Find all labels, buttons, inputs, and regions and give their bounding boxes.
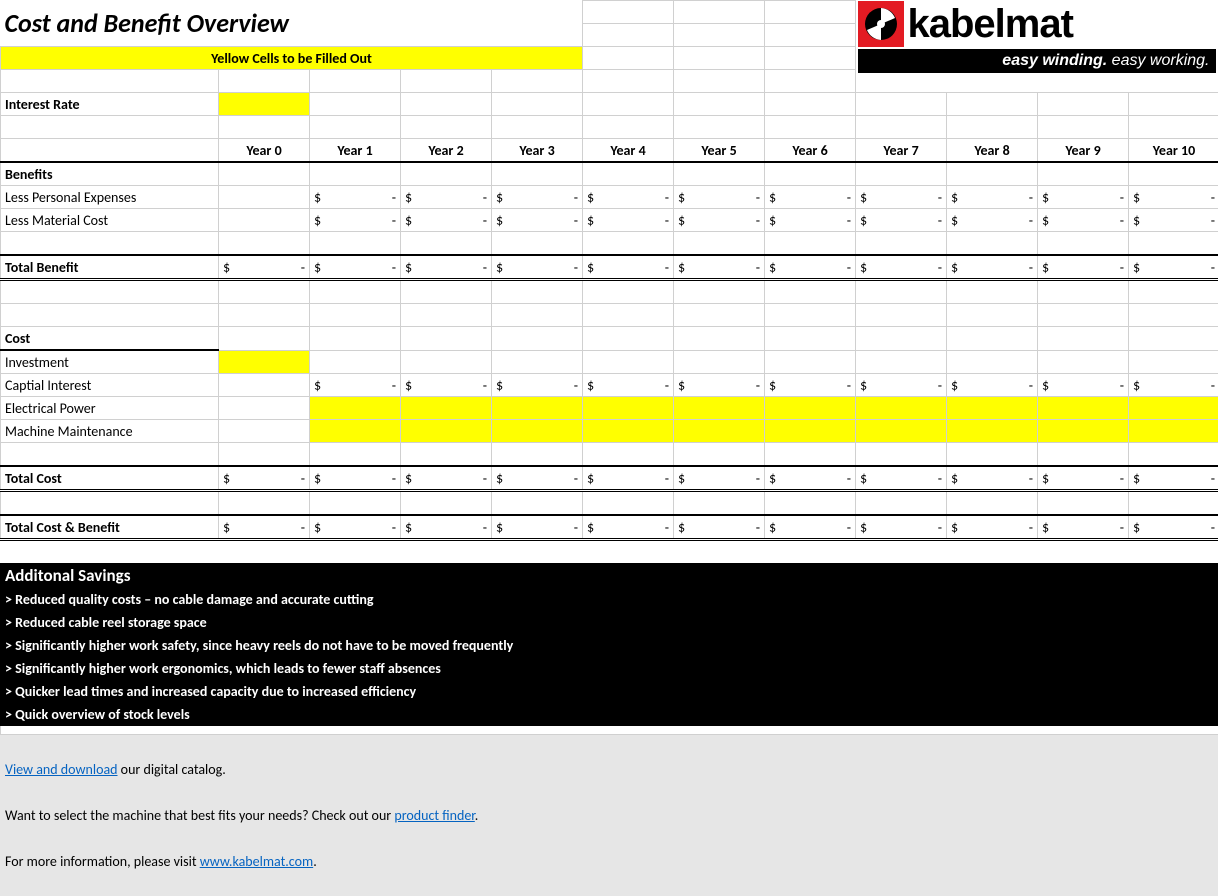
investment-input[interactable] bbox=[219, 350, 310, 374]
footer-line-finder: Want to select the machine that best fit… bbox=[1, 804, 1218, 827]
interest-rate-input[interactable] bbox=[219, 93, 310, 116]
brand-logo: kabelmat® easy winding. easy working. bbox=[858, 1, 1216, 73]
row-total-cost-benefit: Total Cost & Benefit $- $- $- $- $- $- $… bbox=[1, 515, 1218, 540]
page-title: Cost and Benefit Overview bbox=[1, 1, 583, 47]
benefits-header: Benefits bbox=[1, 162, 219, 186]
tagline-light: easy working. bbox=[1112, 52, 1210, 69]
savings-line: > Significantly higher work ergonomics, … bbox=[1, 657, 1218, 680]
interest-rate-label: Interest Rate bbox=[1, 93, 219, 116]
subtitle: Yellow Cells to be Filled Out bbox=[1, 47, 583, 70]
product-finder-link[interactable]: product finder bbox=[394, 807, 474, 824]
savings-title: Additonal Savings bbox=[1, 564, 1218, 588]
website-link[interactable]: www.kabelmat.com bbox=[200, 853, 314, 870]
footer-line-catalog: View and download our digital catalog. bbox=[1, 758, 1218, 781]
row-less-personal: Less Personal Expenses $- $- $- $- $- $-… bbox=[1, 186, 1218, 209]
row-total-cost: Total Cost $- $- $- $- $- $- $- $- $- $-… bbox=[1, 466, 1218, 491]
savings-line: > Quicker lead times and increased capac… bbox=[1, 680, 1218, 703]
row-less-material: Less Material Cost $- $- $- $- $- $- $- … bbox=[1, 209, 1218, 232]
row-machine-maintenance: Machine Maintenance bbox=[1, 420, 1218, 443]
logo-icon bbox=[858, 1, 904, 47]
footer-line-website: For more information, please visit www.k… bbox=[1, 850, 1218, 873]
year-header-row: Year 0 Year 1 Year 2 Year 3 Year 4 Year … bbox=[1, 139, 1218, 163]
tagline-bold: easy winding. bbox=[1002, 52, 1107, 69]
catalog-link[interactable]: View and download bbox=[5, 761, 118, 778]
spreadsheet-table: Cost and Benefit Overview kabelmat® bbox=[0, 0, 1218, 896]
row-investment: Investment bbox=[1, 350, 1218, 374]
savings-line: > Significantly higher work safety, sinc… bbox=[1, 634, 1218, 657]
row-total-benefit: Total Benefit $- $- $- $- $- $- $- $- $-… bbox=[1, 255, 1218, 280]
savings-line: > Reduced cable reel storage space bbox=[1, 611, 1218, 634]
row-electrical-power: Electrical Power bbox=[1, 397, 1218, 420]
savings-line: > Reduced quality costs – no cable damag… bbox=[1, 588, 1218, 611]
cost-header: Cost bbox=[1, 327, 219, 351]
row-capital-interest: Captial Interest $- $- $- $- $- $- $- $-… bbox=[1, 374, 1218, 397]
savings-line: > Quick overview of stock levels bbox=[1, 703, 1218, 726]
